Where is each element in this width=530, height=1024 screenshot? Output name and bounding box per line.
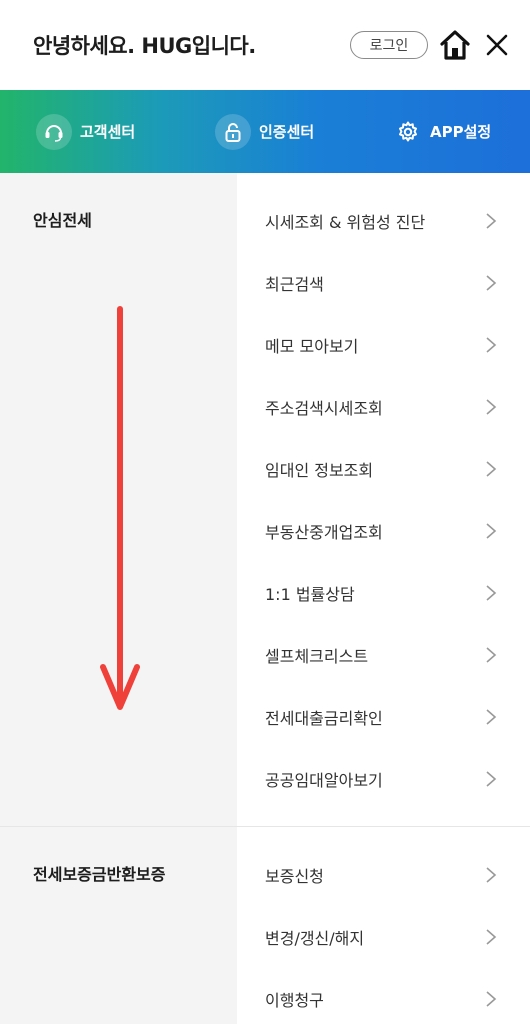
section-title-safe-jeonse[interactable]: 안심전세 — [33, 207, 92, 231]
close-icon[interactable] — [484, 32, 510, 58]
quick-menu-bar: 고객센터 인증센터 APP설정 — [0, 90, 530, 173]
menu-item-change-renew[interactable]: 변경/갱신/해지 — [237, 917, 530, 957]
menu-item-address-price[interactable]: 주소검색시세조회 — [237, 387, 530, 427]
menu-item-public-rental[interactable]: 공공임대알아보기 — [237, 759, 530, 799]
quick-label: 인증센터 — [259, 123, 315, 141]
menu-item-recent-search[interactable]: 최근검색 — [237, 263, 530, 303]
gear-icon — [394, 114, 422, 150]
menu-item-legal-consult[interactable]: 1:1 법률상담 — [237, 573, 530, 613]
chevron-right-icon — [486, 275, 497, 291]
chevron-right-icon — [486, 991, 497, 1007]
menu-item-loan-rate[interactable]: 전세대출금리확인 — [237, 697, 530, 737]
menu-item-guarantee-apply[interactable]: 보증신청 — [237, 855, 530, 895]
chevron-right-icon — [486, 867, 497, 883]
greeting-text: 안녕하세요. HUG입니다. — [33, 34, 256, 58]
app-header: 안녕하세요. HUG입니다. 로그인 — [0, 0, 530, 90]
menu-item-landlord-info[interactable]: 임대인 정보조회 — [237, 449, 530, 489]
quick-label: APP설정 — [430, 123, 492, 141]
menu-item-realtor[interactable]: 부동산중개업조회 — [237, 511, 530, 551]
menu-item-price-risk[interactable]: 시세조회 & 위험성 진단 — [237, 201, 530, 241]
section-divider — [0, 826, 530, 827]
menu-item-memo[interactable]: 메모 모아보기 — [237, 325, 530, 365]
chevron-right-icon — [486, 523, 497, 539]
chevron-right-icon — [486, 213, 497, 229]
chevron-right-icon — [486, 771, 497, 787]
chevron-right-icon — [486, 337, 497, 353]
arrow-down-icon — [100, 306, 140, 710]
menu-item-claim[interactable]: 이행청구 — [237, 979, 530, 1019]
chevron-right-icon — [486, 647, 497, 663]
chevron-right-icon — [486, 709, 497, 725]
lock-icon — [215, 113, 251, 150]
home-icon[interactable] — [438, 28, 472, 62]
quick-label: 고객센터 — [80, 123, 136, 141]
chevron-right-icon — [486, 585, 497, 601]
customer-center-button[interactable]: 고객센터 — [36, 90, 135, 173]
app-settings-button[interactable]: APP설정 — [394, 90, 491, 173]
section-title-deposit-guarantee[interactable]: 전세보증금반환보증 — [33, 861, 165, 885]
headset-icon — [36, 113, 72, 150]
menu-item-self-checklist[interactable]: 셀프체크리스트 — [237, 635, 530, 675]
chevron-right-icon — [486, 399, 497, 415]
login-button[interactable]: 로그인 — [350, 31, 428, 59]
chevron-right-icon — [486, 461, 497, 477]
auth-center-button[interactable]: 인증센터 — [215, 90, 314, 173]
chevron-right-icon — [486, 929, 497, 945]
